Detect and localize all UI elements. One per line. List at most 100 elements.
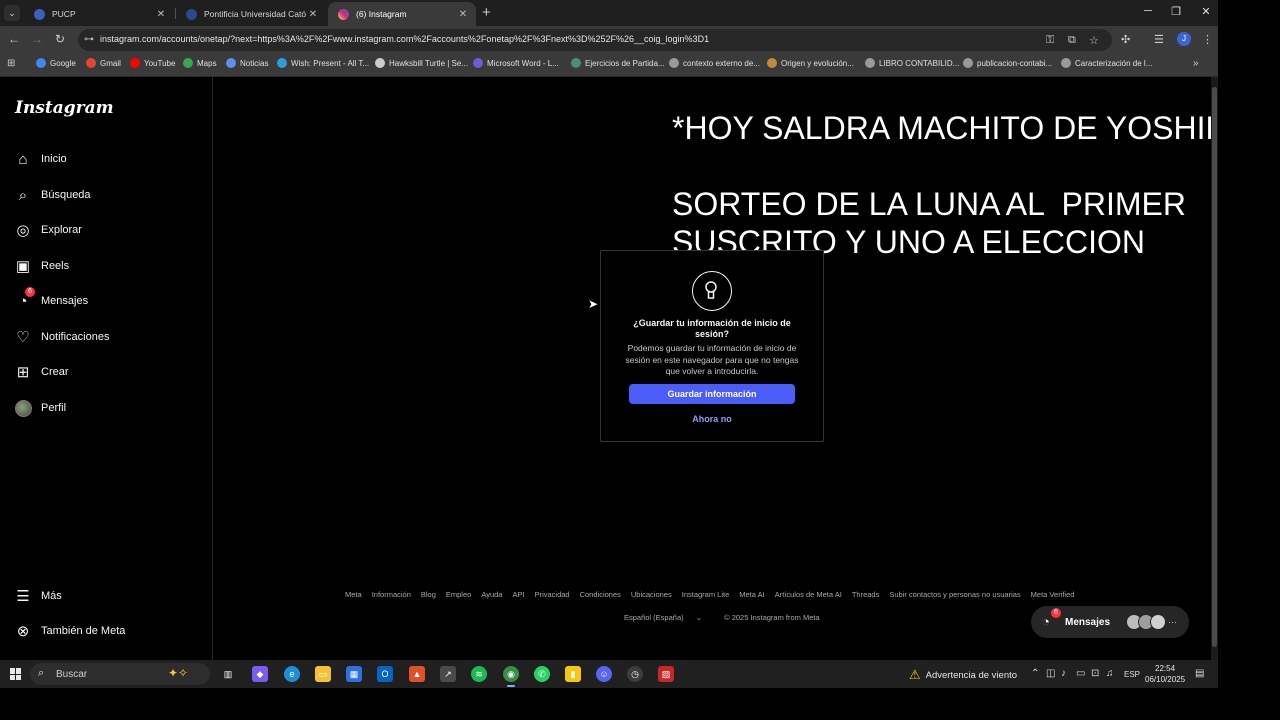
bookmark-maps[interactable]: Maps xyxy=(183,58,217,68)
bookmark-wish[interactable]: Wish: Present - All T... xyxy=(277,58,369,68)
bookmark-libro[interactable]: LIBRO CONTABILID... xyxy=(865,58,959,68)
restore-button[interactable]: ❐ xyxy=(1168,5,1184,18)
camera-icon[interactable]: ◫ xyxy=(1046,668,1055,679)
footer-link[interactable]: Empleo xyxy=(446,590,471,599)
whatsapp-icon[interactable]: ✆ xyxy=(534,666,550,682)
tab-instagram[interactable]: (6) Instagram ✕ xyxy=(328,2,476,26)
bookmark-ejercicios[interactable]: Ejercicios de Partida... xyxy=(571,58,665,68)
footer-link[interactable]: Ubicaciones xyxy=(631,590,672,599)
sidebar-item-tambien-de-meta[interactable]: ⊗ También de Meta xyxy=(14,622,126,640)
taskbar-search[interactable]: ⌕ Buscar ✦✧ xyxy=(30,663,210,685)
footer-link[interactable]: Threads xyxy=(852,590,880,599)
stocks-icon[interactable]: ↗ xyxy=(440,666,456,682)
tab-close-icon[interactable]: ✕ xyxy=(306,9,320,20)
outlook-icon[interactable]: O xyxy=(377,666,393,682)
save-info-button[interactable]: Guardar información xyxy=(629,384,795,404)
bookmark-caracterizacion[interactable]: Caracterización de l... xyxy=(1061,58,1152,68)
clock-app-icon[interactable]: ◷ xyxy=(627,666,643,682)
edge-icon[interactable]: e xyxy=(284,666,300,682)
sidebar-item-mensajes[interactable]: ◔ 6 Mensajes xyxy=(14,287,88,310)
minimize-button[interactable]: ─ xyxy=(1140,5,1156,17)
footer-link[interactable]: Meta Verified xyxy=(1031,590,1075,599)
bookmark-gmail[interactable]: Gmail xyxy=(86,58,121,68)
sidebar-item-reels[interactable]: ▣ Reels xyxy=(14,257,69,275)
bookmark-google[interactable]: Google xyxy=(36,58,76,68)
volume-icon[interactable]: ♫ xyxy=(1106,668,1114,679)
instagram-logo[interactable]: Instagram xyxy=(15,98,114,118)
address-bar[interactable]: ⊶ instagram.com/accounts/onetap/?next=ht… xyxy=(78,29,1112,51)
footer-link[interactable]: Blog xyxy=(421,590,436,599)
more-bookmarks-icon[interactable]: » xyxy=(1193,58,1199,69)
messages-floating-button[interactable]: ◔ 6 Mensajes ··· xyxy=(1031,606,1189,638)
sidebar-item-busqueda[interactable]: ⌕ Búsqueda xyxy=(14,186,91,204)
bookmark-star-icon[interactable]: ☆ xyxy=(1089,34,1099,47)
chrome-icon[interactable]: ◉ xyxy=(503,666,519,687)
bookmark-origen[interactable]: Origen y evolución... xyxy=(767,58,854,68)
not-now-button[interactable]: Ahora no xyxy=(661,414,763,424)
brave-icon[interactable]: ▲ xyxy=(409,666,425,682)
discord-icon[interactable]: ☺ xyxy=(596,666,612,682)
tab-close-icon[interactable]: ✕ xyxy=(456,9,470,20)
weather-widget[interactable]: ⚠ Advertencia de viento xyxy=(909,667,1017,683)
reload-button[interactable]: ↻ xyxy=(55,32,65,46)
bookmark-publicacion[interactable]: publicacion-contabi... xyxy=(963,58,1052,68)
sidebar-item-explorar[interactable]: ◎ Explorar xyxy=(14,221,82,239)
extensions-icon[interactable]: ✣ xyxy=(1121,33,1130,46)
footer-link[interactable]: API xyxy=(512,590,524,599)
install-app-icon[interactable]: ⧉ xyxy=(1068,34,1076,47)
bookmark-noticias[interactable]: Noticias xyxy=(226,58,268,68)
copilot-icon[interactable]: ◆ xyxy=(252,666,268,682)
system-clock[interactable]: 22:54 06/10/2025 xyxy=(1145,663,1185,685)
page-scrollbar[interactable] xyxy=(1211,77,1218,660)
bookmark-word[interactable]: Microsoft Word - L... xyxy=(473,58,559,68)
sidebar-item-perfil[interactable]: Perfil xyxy=(14,399,66,417)
chevron-up-icon[interactable]: ⌃ xyxy=(1031,668,1039,679)
bookmark-youtube[interactable]: YouTube xyxy=(130,58,175,68)
sidebar-item-mas[interactable]: ☰ Más xyxy=(14,587,62,605)
bookmark-contexto[interactable]: contexto externo de... xyxy=(669,58,760,68)
footer-link[interactable]: Instagram Lite xyxy=(682,590,730,599)
footer-link[interactable]: Subir contactos y personas no usuarias xyxy=(889,590,1020,599)
sidebar-item-inicio[interactable]: ⌂ Inicio xyxy=(14,150,66,168)
footer-link[interactable]: Privacidad xyxy=(535,590,570,599)
network-icon[interactable]: ⊡ xyxy=(1091,668,1099,679)
power-bi-icon[interactable]: ▮ xyxy=(565,666,581,682)
bookmark-hawksbill[interactable]: Hawksbill Turtle | Se... xyxy=(375,58,468,68)
tab-close-icon[interactable]: ✕ xyxy=(154,9,168,20)
document-icon xyxy=(571,58,581,68)
footer-link[interactable]: Meta xyxy=(345,590,362,599)
footer-link[interactable]: Meta AI xyxy=(739,590,764,599)
sidebar-item-crear[interactable]: ⊞ Crear xyxy=(14,363,69,381)
footer-link[interactable]: Artículos de Meta AI xyxy=(775,590,842,599)
close-window-button[interactable]: ✕ xyxy=(1198,5,1214,18)
language-selector[interactable]: Español (España) ⌄ xyxy=(624,613,712,622)
spotify-icon[interactable]: ≋ xyxy=(471,666,487,682)
tab-pontificia[interactable]: Pontificia Universidad Católica ✕ xyxy=(176,2,326,26)
microphone-icon[interactable]: ♪ xyxy=(1061,668,1066,679)
footer-link[interactable]: Ayuda xyxy=(481,590,502,599)
start-button[interactable] xyxy=(10,668,22,680)
site-info-icon[interactable]: ⊶ xyxy=(84,34,94,45)
footer-link[interactable]: Condiciones xyxy=(580,590,621,599)
store-icon[interactable]: ▦ xyxy=(346,666,362,682)
language-indicator[interactable]: ESP xyxy=(1124,670,1140,679)
tab-pucp[interactable]: PUCP ✕ xyxy=(24,2,174,26)
new-tab-button[interactable]: + xyxy=(482,4,491,21)
file-explorer-icon[interactable]: ▭ xyxy=(315,666,331,682)
task-view-icon[interactable]: ▥ xyxy=(220,666,236,682)
password-key-icon[interactable]: ⚿ xyxy=(1046,34,1054,47)
notifications-icon[interactable]: ▤ xyxy=(1195,668,1204,679)
apps-grid-icon[interactable]: ⊞ xyxy=(7,58,15,69)
tab-search-button[interactable]: ⌄ xyxy=(4,5,20,21)
footer-link[interactable]: Información xyxy=(372,590,411,599)
display-icon[interactable]: ▭ xyxy=(1076,668,1085,679)
menu-kebab-icon[interactable]: ⋮ xyxy=(1202,33,1213,46)
back-button[interactable]: ← xyxy=(8,32,20,46)
scrollbar-thumb[interactable] xyxy=(1212,87,1217,647)
forward-button[interactable]: → xyxy=(31,32,43,46)
profile-avatar[interactable]: J xyxy=(1177,32,1191,46)
sidebar-item-notificaciones[interactable]: ♡ Notificaciones xyxy=(14,328,109,346)
red-app-icon[interactable]: ▨ xyxy=(658,666,674,682)
tab-search-icon[interactable]: ☰ xyxy=(1154,33,1164,46)
tab-title: PUCP xyxy=(52,9,76,19)
